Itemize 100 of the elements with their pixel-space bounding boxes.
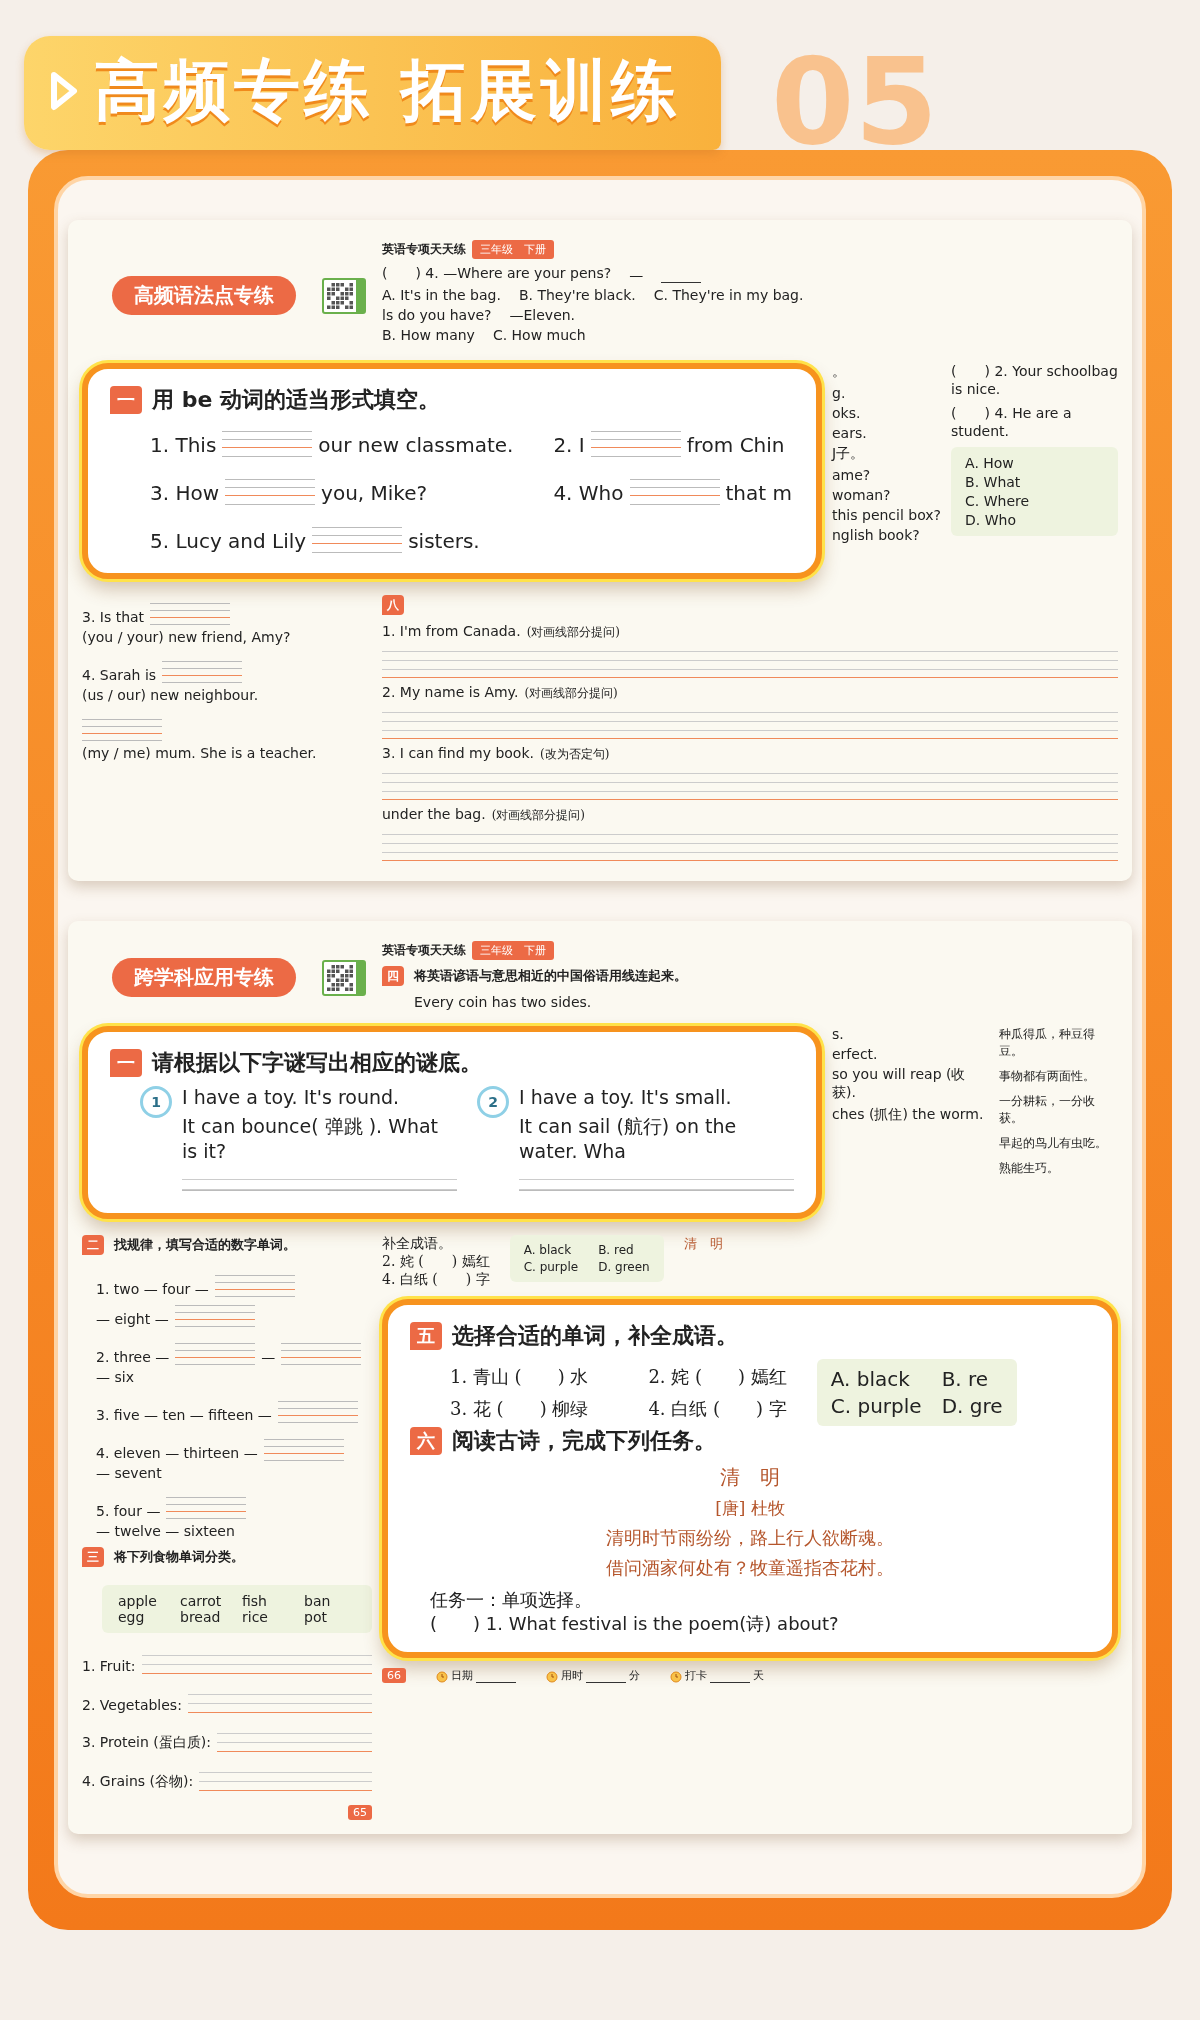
cut-off-text: erfect.	[832, 1046, 879, 1062]
hint-text: (改为否定句)	[539, 747, 610, 761]
riddle-text: I have a toy. It's small.	[519, 1086, 733, 1108]
item-text: (my / me) mum. She is a teacher.	[82, 745, 317, 761]
item-text: 4. Who	[553, 481, 624, 505]
item-text: — sevent	[96, 1465, 162, 1481]
category-label: 3. Protein (蛋白质):	[82, 1734, 211, 1752]
field-label: 打卡	[685, 1668, 707, 1683]
item-text: 4. Sarah is	[82, 667, 157, 683]
item-text: ( ) 4. —Where are your pens?	[382, 265, 612, 283]
section-title: 补全成语。	[382, 1235, 452, 1251]
question-text: under the bag.	[382, 806, 486, 822]
clock-icon	[670, 1671, 682, 1683]
hint-text: (对画线部分提问)	[526, 625, 620, 639]
question-text: 2. 姹 ( ) 嫣红	[648, 1364, 787, 1389]
proverb-text: 早起的鸟儿有虫吃。	[998, 1135, 1108, 1152]
qr-code-icon	[322, 277, 366, 314]
cut-off-text: ame?	[832, 467, 872, 483]
option-text: D. green	[598, 1260, 650, 1274]
section-title: 请根据以下字谜写出相应的谜底。	[152, 1049, 482, 1077]
banner-title: 高频专练 拓展训练	[94, 51, 681, 131]
category-label: 2. Vegetables:	[82, 1697, 182, 1713]
item-text: A. It's in the bag.	[382, 287, 501, 303]
section-number: 一	[110, 386, 142, 414]
proverb-text: Every coin has two sides.	[414, 994, 592, 1010]
item-text: —	[261, 1349, 276, 1365]
poem-author: [唐] 杜牧	[715, 1497, 785, 1520]
cut-off-text: this pencil box?	[832, 507, 942, 523]
question-text: 1. I'm from Canada.	[382, 623, 521, 639]
cut-off-text: so you will reap (收获).	[832, 1066, 967, 1102]
item-text: 2. three —	[96, 1349, 170, 1365]
chapter-pill: 跨学科应用专练	[112, 958, 296, 997]
item-text: 3. Is that	[82, 609, 145, 625]
question-text: ( ) 2. Your schoolbag is nice.	[951, 363, 1118, 397]
item-text: (you / your) new friend, Amy?	[82, 629, 291, 645]
field-label: 日期	[451, 1668, 473, 1683]
cut-off-text: woman?	[832, 487, 892, 503]
item-text: sisters.	[408, 529, 480, 553]
option-text: B. What	[965, 474, 1022, 490]
cut-off-text: g.	[832, 385, 847, 401]
option-text: A. black	[523, 1243, 573, 1257]
cut-off-text: J子。	[832, 445, 866, 463]
cut-off-text: oks.	[832, 405, 862, 421]
item-text: 3. five — ten — fifteen —	[96, 1407, 272, 1423]
item-text: — six	[96, 1369, 134, 1385]
section-title: 阅读古诗，完成下列任务。	[452, 1427, 716, 1455]
book-series-title: 英语专项天天练	[382, 942, 466, 959]
play-icon	[50, 71, 78, 111]
poem-line: 借问酒家何处有？牧童遥指杏花村。	[606, 1556, 894, 1580]
number-badge: 2	[477, 1086, 509, 1118]
riddle-text: I have a toy. It's round.	[182, 1086, 401, 1108]
question-text: 4. 白纸 ( ) 字	[648, 1396, 787, 1421]
proverb-text: 种瓜得瓜，种豆得豆。	[998, 1026, 1096, 1060]
item-text: 5. Lucy and Lily	[150, 529, 307, 553]
section-title: 选择合适的单词，补全成语。	[452, 1322, 738, 1350]
riddle-text: It can bounce( 弹跳 ). What is it?	[182, 1114, 440, 1162]
category-label: 1. Fruit:	[82, 1658, 136, 1674]
task-title: 任务一：单项选择。	[430, 1589, 592, 1610]
field-label: 用时	[561, 1668, 583, 1683]
word-text: ban	[304, 1593, 332, 1609]
cut-off-text: 。	[832, 363, 847, 381]
book-series-title: 英语专项天天练	[382, 241, 466, 258]
question-text: 2. 姹 ( ) 嫣红	[382, 1253, 490, 1269]
clock-icon	[546, 1671, 558, 1683]
question-text: 3. I can find my book.	[382, 745, 534, 761]
word-text: fish	[242, 1593, 268, 1609]
question-text: ( ) 4. He are a student.	[951, 405, 1073, 439]
word-text: apple	[118, 1593, 158, 1609]
section-number: 三	[82, 1547, 104, 1567]
section-title: 将下列食物单词分类。	[114, 1548, 244, 1566]
item-text: — twelve — sixteen	[96, 1523, 235, 1539]
word-text: bread	[180, 1609, 222, 1625]
option-text: B. re	[941, 1367, 990, 1391]
word-text: carrot	[180, 1593, 223, 1609]
item-text: — eight —	[96, 1311, 169, 1327]
word-text: egg	[118, 1609, 146, 1625]
poem-line: 清明时节雨纷纷，路上行人欲断魂。	[606, 1526, 894, 1550]
option-text: C. purple	[523, 1260, 579, 1274]
question-text: 2. My name is Amy.	[382, 684, 519, 700]
question-text: 1. 青山 ( ) 水	[450, 1364, 589, 1389]
option-text: C. Where	[965, 493, 1030, 509]
item-text: C. How much	[492, 327, 586, 343]
qr-code-icon	[322, 959, 366, 996]
riddle-text: It can sail (航行) on the water. Wha	[519, 1114, 738, 1162]
option-text: D. gre	[941, 1394, 1003, 1418]
chapter-number: 05	[771, 54, 938, 150]
item-text: —Eleven.	[509, 307, 576, 323]
option-text: C. purple	[830, 1394, 922, 1418]
cut-off-text: ears.	[832, 425, 868, 441]
poem-title: 清 明	[720, 1464, 780, 1491]
grade-badge: 三年级 下册	[472, 941, 554, 960]
option-text: A. black	[830, 1367, 911, 1391]
item-text: 1. two — four —	[96, 1281, 209, 1297]
item-text: that m	[725, 481, 792, 505]
hint-text: (对画线部分提问)	[524, 686, 618, 700]
field-unit: 分	[629, 1668, 640, 1683]
question-text: 3. 花 ( ) 柳绿	[450, 1396, 589, 1421]
grade-badge: 三年级 下册	[472, 240, 554, 259]
item-text: 4. eleven — thirteen —	[96, 1445, 258, 1461]
option-text: B. red	[598, 1243, 635, 1257]
